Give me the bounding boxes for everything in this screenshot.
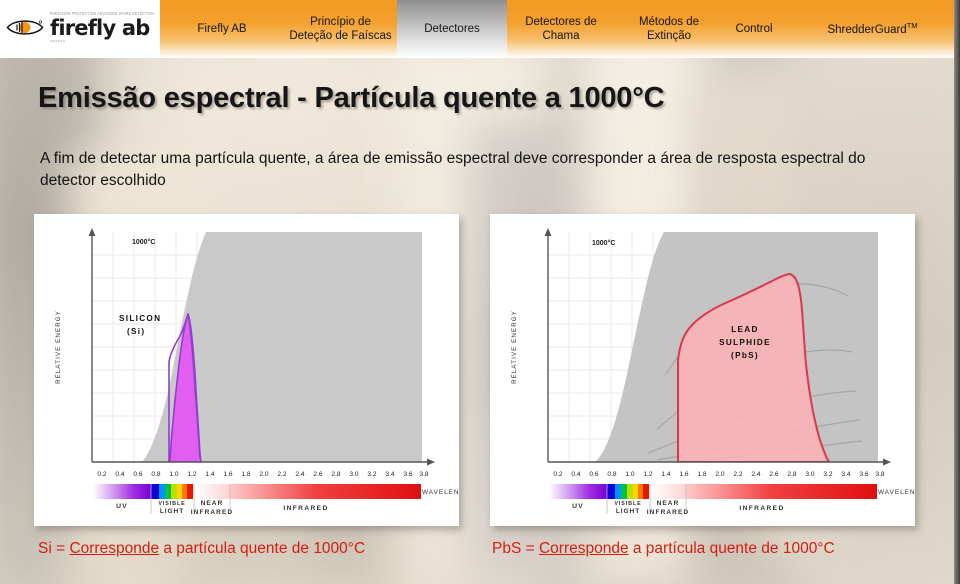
temperature-annotation: 1000°C — [132, 238, 155, 246]
svg-text:1.4: 1.4 — [205, 471, 214, 478]
svg-text:1.0: 1.0 — [169, 471, 178, 478]
trademark-symbol: TM — [906, 21, 918, 31]
caption-emphasis: Corresponde — [69, 540, 160, 557]
detector-label-line1: SILICON — [119, 314, 161, 323]
temperature-annotation: 1000°C — [592, 239, 615, 247]
svg-text:UV: UV — [116, 503, 128, 510]
svg-text:3.8: 3.8 — [875, 471, 884, 478]
svg-text:3.8: 3.8 — [419, 471, 428, 478]
svg-text:3.2: 3.2 — [367, 471, 376, 478]
silicon-caption: Si = Corresponde a partícula quente de 1… — [38, 540, 365, 558]
firefly-eye-logo-icon — [6, 17, 44, 38]
svg-text:0.2: 0.2 — [553, 471, 562, 478]
silicon-chart-card: RELATIVE ENERGY 1000°C SILICON (Si) 0.2 0… — [34, 214, 459, 526]
svg-text:1.0: 1.0 — [625, 471, 634, 478]
nav-tab-firefly-ab[interactable]: Firefly AB — [160, 0, 284, 58]
svg-text:NEAR: NEAR — [657, 500, 680, 507]
logo-wordmark: firefly ab — [49, 15, 150, 40]
svg-text:0.2: 0.2 — [97, 471, 106, 478]
logo-tagline: PRECISION PROTECTION ADVANCED SPARK DETE… — [49, 11, 154, 17]
svg-text:2.4: 2.4 — [295, 471, 304, 478]
svg-text:1.6: 1.6 — [223, 471, 232, 478]
logo-subtext: SWEDEN — [49, 38, 66, 43]
svg-text:3.6: 3.6 — [403, 471, 412, 478]
header-bar: PRECISION PROTECTION ADVANCED SPARK DETE… — [0, 0, 960, 58]
svg-text:0.8: 0.8 — [151, 471, 160, 478]
nav-tab-label: ShredderGuardTM — [827, 21, 918, 36]
brand-logo[interactable]: PRECISION PROTECTION ADVANCED SPARK DETE… — [0, 0, 160, 58]
y-axis-label: RELATIVE ENERGY — [511, 310, 518, 384]
svg-text:3.2: 3.2 — [823, 471, 832, 478]
x-axis-label: WAVELENGTH (µm) — [878, 489, 915, 496]
nav-tab-detectores-de-chama[interactable]: Detectores de Chama — [507, 0, 615, 58]
svg-text:1.8: 1.8 — [241, 471, 250, 478]
caption-suffix: a partícula quente de 1000°C — [628, 540, 835, 557]
svg-text:LIGHT: LIGHT — [616, 508, 640, 515]
slide-right-border — [954, 0, 960, 584]
svg-text:3.0: 3.0 — [805, 471, 814, 478]
caption-prefix: Si = — [38, 540, 70, 557]
page-title: Emissão espectral - Partícula quente a 1… — [38, 82, 665, 114]
lead-sulphide-caption: PbS = Corresponde a partícula quente de … — [492, 540, 835, 558]
nav-tab-principio-detecao-faiscas[interactable]: Princípio de Deteção de Faíscas — [284, 0, 400, 58]
nav-tabs: Firefly AB Princípio de Deteção de Faísc… — [160, 0, 960, 58]
detector-label-line1: LEAD — [731, 325, 759, 334]
svg-text:2.8: 2.8 — [787, 471, 796, 478]
svg-text:3.4: 3.4 — [841, 471, 850, 478]
svg-text:LIGHT: LIGHT — [160, 508, 184, 515]
detector-label-line2: SULPHIDE — [719, 338, 771, 347]
svg-text:1.2: 1.2 — [187, 471, 196, 478]
svg-text:0.6: 0.6 — [133, 471, 142, 478]
caption-emphasis: Corresponde — [538, 540, 629, 557]
lead-sulphide-chart-card: RELATIVE ENERGY 1000°C LEAD SULPHIDE (Pb… — [490, 214, 915, 526]
svg-text:2.2: 2.2 — [733, 471, 742, 478]
nav-tab-label: Métodos de Extinção — [638, 15, 700, 42]
svg-text:3.6: 3.6 — [859, 471, 868, 478]
svg-text:2.2: 2.2 — [277, 471, 286, 478]
svg-text:2.0: 2.0 — [259, 471, 268, 478]
svg-text:1.4: 1.4 — [661, 471, 670, 478]
svg-text:3.0: 3.0 — [349, 471, 358, 478]
nav-tab-metodos-de-extincao[interactable]: Métodos de Extinção — [615, 0, 723, 58]
silicon-chart: RELATIVE ENERGY 1000°C SILICON (Si) 0.2 0… — [34, 214, 459, 526]
svg-text:INFRARED: INFRARED — [739, 505, 784, 512]
lead-sulphide-chart: RELATIVE ENERGY 1000°C LEAD SULPHIDE (Pb… — [490, 214, 915, 526]
nav-tab-label: Detectores — [424, 22, 480, 35]
nav-tab-label: Control — [735, 22, 773, 35]
svg-text:UV: UV — [572, 503, 584, 510]
svg-text:VISIBLE: VISIBLE — [614, 501, 641, 507]
svg-text:INFRARED: INFRARED — [191, 509, 233, 516]
slide-body-text: A fim de detectar uma partícula quente, … — [40, 150, 866, 189]
nav-tab-label: Princípio de Deteção de Faíscas — [289, 15, 392, 42]
nav-tab-shredderguard[interactable]: ShredderGuardTM — [785, 0, 960, 58]
svg-text:2.6: 2.6 — [769, 471, 778, 478]
svg-text:0.4: 0.4 — [115, 471, 124, 478]
y-axis-label: RELATIVE ENERGY — [55, 310, 62, 384]
svg-text:2.6: 2.6 — [313, 471, 322, 478]
svg-text:1.6: 1.6 — [679, 471, 688, 478]
svg-text:NEAR: NEAR — [201, 500, 224, 507]
caption-suffix: a partícula quente de 1000°C — [159, 540, 366, 557]
svg-text:1.2: 1.2 — [643, 471, 652, 478]
caption-prefix: PbS = — [492, 540, 539, 557]
svg-text:INFRARED: INFRARED — [283, 505, 328, 512]
svg-text:3.4: 3.4 — [385, 471, 394, 478]
detector-label-line2: (Si) — [127, 327, 145, 336]
svg-text:0.6: 0.6 — [589, 471, 598, 478]
svg-text:2.4: 2.4 — [751, 471, 760, 478]
nav-tab-control[interactable]: Control — [723, 0, 785, 58]
detector-label-line3: (PbS) — [731, 351, 759, 360]
svg-text:INFRARED: INFRARED — [647, 509, 689, 516]
svg-text:VISIBLE: VISIBLE — [158, 501, 185, 507]
x-axis-label: WAVELENGTH (µm) — [422, 489, 459, 496]
nav-tab-label: Detectores de Chama — [525, 15, 597, 42]
svg-text:0.8: 0.8 — [607, 471, 616, 478]
nav-tab-detectores[interactable]: Detectores — [397, 0, 507, 58]
svg-text:2.8: 2.8 — [331, 471, 340, 478]
svg-text:2.0: 2.0 — [715, 471, 724, 478]
nav-tab-label: Firefly AB — [197, 22, 247, 35]
svg-text:1.8: 1.8 — [697, 471, 706, 478]
svg-text:0.4: 0.4 — [571, 471, 580, 478]
